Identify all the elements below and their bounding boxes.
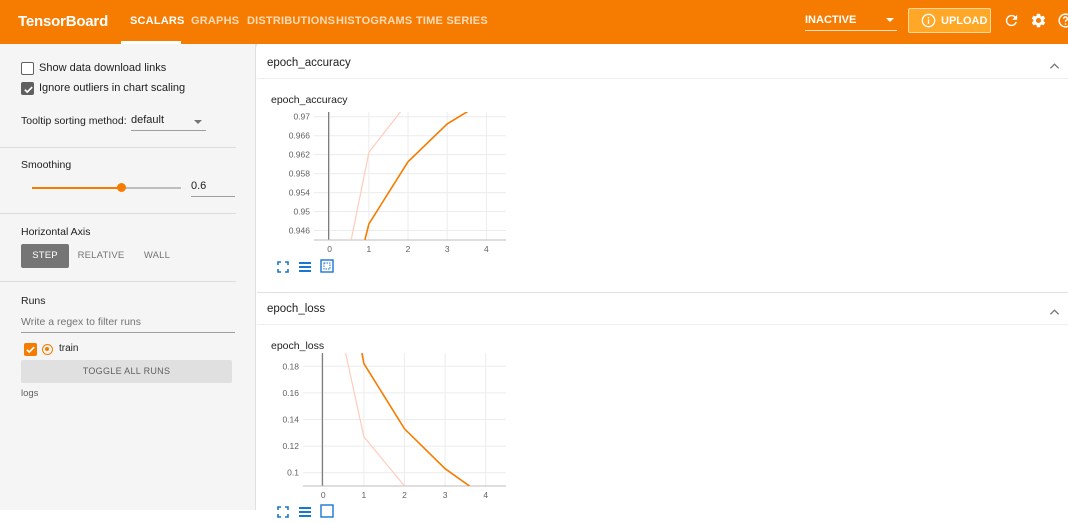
- show-download-links-checkbox[interactable]: [21, 62, 34, 75]
- plugin-status-select[interactable]: INACTIVE: [805, 14, 897, 31]
- status-value: INACTIVE: [805, 14, 857, 26]
- series-train-smoothed-line: [364, 112, 469, 240]
- chart-title: epoch_accuracy: [271, 94, 348, 106]
- toggle-all-runs-button[interactable]: TOGGLE ALL RUNS: [21, 360, 232, 383]
- ignore-outliers-checkbox[interactable]: [21, 82, 34, 95]
- app-title[interactable]: TensorBoard: [18, 13, 108, 30]
- runs-filter-placeholder: Write a regex to filter runs: [21, 316, 142, 328]
- divider: [0, 213, 236, 214]
- y-tick-label: 0.962: [289, 150, 311, 160]
- x-tick-label: 3: [443, 490, 448, 500]
- tab-time-series[interactable]: TIME SERIES: [416, 15, 488, 27]
- fullscreen-icon[interactable]: [277, 505, 289, 523]
- tab-graphs[interactable]: GRAPHS: [191, 15, 239, 27]
- run-color-radio[interactable]: [42, 344, 53, 355]
- card-header-epoch-accuracy[interactable]: epoch_accuracy: [257, 46, 1068, 79]
- dropdown-caret-icon: [194, 120, 202, 124]
- axis-step-button[interactable]: STEP: [21, 244, 69, 268]
- ignore-outliers-label[interactable]: Ignore outliers in chart scaling: [39, 82, 185, 94]
- fit-domain-icon[interactable]: [320, 504, 334, 523]
- x-tick-label: 3: [445, 244, 450, 254]
- y-tick-label: 0.18: [282, 361, 299, 371]
- tab-scalars[interactable]: SCALARS: [130, 15, 185, 27]
- run-train-checkbox[interactable]: [24, 343, 37, 356]
- x-tick-label: 1: [362, 490, 367, 500]
- refresh-icon[interactable]: [1003, 12, 1020, 34]
- chevron-up-icon[interactable]: [1049, 57, 1060, 75]
- card-title: epoch_loss: [267, 303, 326, 315]
- runs-label: Runs: [21, 295, 46, 307]
- top-app-bar: TensorBoard SCALARS GRAPHS DISTRIBUTIONS…: [0, 0, 1068, 44]
- y-tick-label: 0.95: [293, 207, 310, 217]
- tab-distributions[interactable]: DISTRIBUTIONS: [247, 15, 335, 27]
- y-tick-label: 0.958: [289, 169, 311, 179]
- gear-icon[interactable]: [1030, 12, 1047, 34]
- smoothing-label: Smoothing: [21, 159, 72, 171]
- epoch-loss-chart[interactable]: 0.1 0.12 0.14 0.16 0.18 0 1 2 3 4: [257, 353, 517, 505]
- y-tick-label: 0.966: [289, 131, 311, 141]
- toggle-log-scale-icon[interactable]: [298, 505, 312, 523]
- y-tick-label: 0.12: [282, 441, 299, 451]
- scalars-dashboard: epoch_accuracy epoch_accuracy 0.946 0.95 0…: [257, 44, 1068, 518]
- tooltip-sort-select[interactable]: default: [131, 114, 206, 131]
- logdir-label: logs: [21, 388, 39, 399]
- y-tick-label: 0.14: [282, 415, 299, 425]
- smoothing-slider-fill: [32, 187, 122, 189]
- chevron-up-icon[interactable]: [1049, 303, 1060, 321]
- y-tick-label: 0.97: [293, 112, 310, 122]
- upload-label: UPLOAD: [941, 15, 988, 27]
- run-train-label[interactable]: train: [59, 343, 78, 354]
- x-tick-label: 0: [327, 244, 332, 254]
- x-tick-label: 2: [402, 490, 407, 500]
- tooltip-sort-value: default: [131, 114, 165, 126]
- y-tick-label: 0.946: [289, 226, 311, 236]
- show-download-links-label[interactable]: Show data download links: [39, 62, 166, 74]
- smoothing-slider-thumb[interactable]: [117, 183, 127, 192]
- sidebar: Show data download links Ignore outliers…: [0, 44, 256, 510]
- horizontal-axis-label: Horizontal Axis: [21, 226, 91, 238]
- card-header-epoch-loss[interactable]: epoch_loss: [257, 292, 1068, 325]
- axis-wall-button[interactable]: WALL: [133, 244, 181, 268]
- divider: [0, 147, 236, 148]
- runs-filter-input[interactable]: Write a regex to filter runs: [21, 316, 235, 333]
- tab-histograms[interactable]: HISTOGRAMS: [336, 15, 412, 27]
- x-tick-label: 1: [366, 244, 371, 254]
- x-tick-label: 0: [321, 490, 326, 500]
- toggle-log-scale-icon[interactable]: [298, 260, 312, 278]
- axis-relative-button[interactable]: RELATIVE: [74, 244, 128, 268]
- epoch-accuracy-chart[interactable]: 0.946 0.95 0.954 0.958 0.962 0.966 0.97 0 1 2 3 4: [257, 106, 517, 256]
- smoothing-slider[interactable]: [32, 183, 181, 192]
- checkmark-icon: [26, 346, 35, 354]
- fullscreen-icon[interactable]: [277, 260, 289, 278]
- info-icon: [921, 13, 936, 31]
- y-tick-label: 0.1: [287, 468, 299, 478]
- x-tick-label: 2: [406, 244, 411, 254]
- y-tick-label: 0.954: [289, 188, 311, 198]
- checkmark-icon: [24, 86, 33, 94]
- divider: [0, 281, 236, 282]
- fit-domain-icon[interactable]: [320, 259, 334, 278]
- chart-title: epoch_loss: [271, 340, 325, 352]
- upload-button[interactable]: UPLOAD: [908, 8, 991, 33]
- y-tick-label: 0.16: [282, 388, 299, 398]
- help-icon[interactable]: [1057, 12, 1068, 34]
- tooltip-sort-label: Tooltip sorting method:: [21, 115, 127, 127]
- card-title: epoch_accuracy: [267, 57, 351, 69]
- dropdown-caret-icon: [886, 18, 894, 22]
- series-train-raw-line: [350, 112, 402, 240]
- smoothing-value: 0.6: [191, 180, 207, 192]
- smoothing-value-input[interactable]: 0.6: [191, 180, 235, 197]
- x-tick-label: 4: [483, 490, 488, 500]
- x-tick-label: 4: [484, 244, 489, 254]
